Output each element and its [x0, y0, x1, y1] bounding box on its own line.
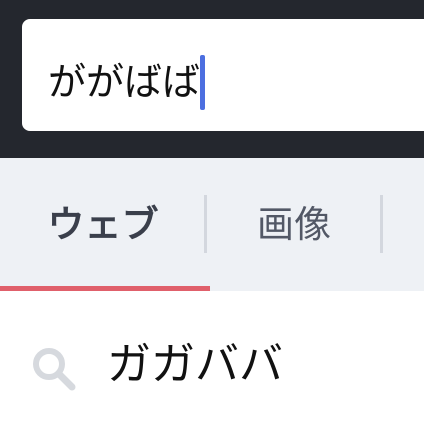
text-caret	[200, 54, 206, 110]
suggestion-text: ガガババ	[107, 339, 283, 390]
search-header: ががばば	[0, 0, 424, 158]
tab-web-label: ウェブ	[47, 203, 159, 246]
search-query-text: ががばば	[48, 60, 201, 104]
search-input[interactable]: ががばば	[22, 19, 424, 131]
suggestion-list: ガガババ	[0, 291, 424, 424]
tab-web[interactable]: ウェブ	[0, 158, 206, 291]
tab-images[interactable]: 画像	[207, 158, 381, 291]
tab-divider	[380, 195, 383, 253]
search-query-area[interactable]: ががばば	[48, 45, 206, 119]
suggestion-item[interactable]: ガガババ	[0, 291, 424, 424]
page: ががばば ウェブ 画像 ガガババ	[0, 0, 424, 424]
search-icon	[33, 348, 76, 391]
search-tabs: ウェブ 画像	[0, 158, 424, 291]
tab-images-label: 画像	[257, 203, 331, 246]
